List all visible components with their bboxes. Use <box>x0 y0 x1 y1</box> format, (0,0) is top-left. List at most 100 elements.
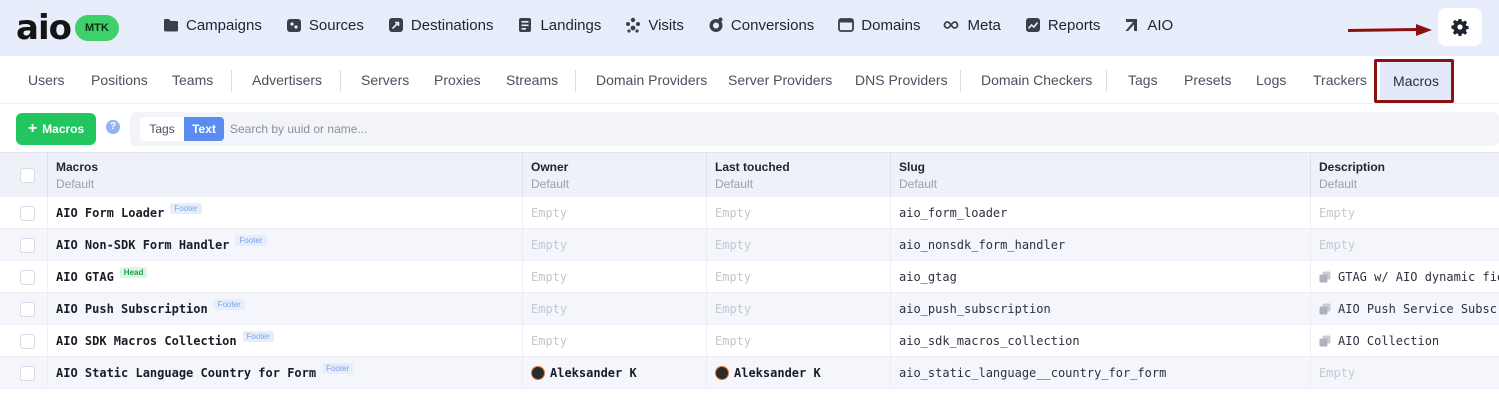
table-row[interactable]: AIO Push Subscription Footer Empty Empty… <box>0 293 1499 325</box>
owner-cell: Aleksander K <box>522 357 706 389</box>
nav-sources-label: Sources <box>308 16 364 34</box>
page-icon <box>519 18 532 32</box>
row-checkbox[interactable] <box>20 206 35 221</box>
nav-conversions-label: Conversions <box>730 16 815 34</box>
row-checkbox[interactable] <box>20 238 35 253</box>
macro-name-cell: AIO SDK Macros Collection Footer <box>47 325 523 357</box>
nav-landings[interactable]: Landings <box>516 16 601 34</box>
table-row[interactable]: AIO Form Loader Footer Empty Empty aio_f… <box>0 197 1499 229</box>
description-cell: AIO Collection <box>1310 325 1499 357</box>
column-header-description[interactable]: Description Default <box>1310 153 1499 198</box>
select-all-checkbox[interactable] <box>20 168 35 183</box>
row-checkbox[interactable] <box>20 334 35 349</box>
subnav-proxies[interactable]: Proxies <box>434 72 481 88</box>
subnav-teams[interactable]: Teams <box>172 72 213 88</box>
copy-icon[interactable] <box>1319 271 1331 283</box>
column-title: Slug <box>899 160 925 174</box>
app-logo[interactable]: aio MTK <box>16 11 119 45</box>
plus-icon: + <box>27 120 38 137</box>
subnav-trackers[interactable]: Trackers <box>1313 72 1367 88</box>
chart-icon <box>1025 18 1040 32</box>
subnav-server-providers[interactable]: Server Providers <box>728 72 832 88</box>
table-row[interactable]: AIO GTAG Head Empty Empty aio_gtag GTAG … <box>0 261 1499 293</box>
subnav-positions[interactable]: Positions <box>91 72 148 88</box>
window-icon <box>838 18 855 32</box>
slug-cell: aio_push_subscription <box>890 293 1310 325</box>
description-text: GTAG w/ AIO dynamic fie <box>1338 270 1499 284</box>
nav-aio[interactable]: AIO <box>1123 16 1173 34</box>
owner-name: Aleksander K <box>550 366 637 380</box>
nav-destinations-label: Destinations <box>410 16 494 34</box>
macro-name: AIO Static Language Country for Form <box>56 366 317 380</box>
owner-cell: Empty <box>522 293 706 325</box>
subnav-streams[interactable]: Streams <box>506 72 558 88</box>
macro-name: AIO Form Loader <box>56 206 165 220</box>
search-input[interactable] <box>230 120 830 138</box>
coins-icon <box>709 17 723 32</box>
column-header-owner[interactable]: Owner Default <box>522 153 706 198</box>
row-checkbox[interactable] <box>20 302 35 317</box>
column-header-slug[interactable]: Slug Default <box>890 153 1310 198</box>
subnav-divider <box>1106 70 1107 92</box>
subnav-logs[interactable]: Logs <box>1256 72 1286 88</box>
last-touched-name: Aleksander K <box>734 366 821 380</box>
slug-cell: aio_sdk_macros_collection <box>890 325 1310 357</box>
nav-campaigns-label: Campaigns <box>186 16 262 34</box>
slug-cell: aio_gtag <box>890 261 1310 293</box>
share-icon <box>388 18 403 32</box>
subnav-dns-providers[interactable]: DNS Providers <box>855 72 948 88</box>
add-macro-button[interactable]: + Macros <box>16 113 96 145</box>
settings-button[interactable] <box>1438 8 1482 46</box>
column-header-macros[interactable]: Macros Default <box>47 153 523 198</box>
subnav-servers[interactable]: Servers <box>361 72 409 88</box>
nav-campaigns[interactable]: Campaigns <box>162 16 262 34</box>
description-cell: GTAG w/ AIO dynamic fie <box>1310 261 1499 293</box>
column-title: Description <box>1319 160 1386 174</box>
position-badge: Footer <box>242 330 274 342</box>
subnav-presets[interactable]: Presets <box>1184 72 1231 88</box>
subnav-advertisers[interactable]: Advertisers <box>252 72 322 88</box>
subnav-tags[interactable]: Tags <box>1128 72 1158 88</box>
search-mode-text[interactable]: Text <box>184 117 224 141</box>
table-row[interactable]: AIO Static Language Country for Form Foo… <box>0 357 1499 389</box>
nav-domains[interactable]: Domains <box>837 16 920 34</box>
table-row[interactable]: AIO SDK Macros Collection Footer Empty E… <box>0 325 1499 357</box>
search-mode-toggle: Tags Text <box>140 117 224 141</box>
macro-name-cell: AIO Push Subscription Footer <box>47 293 523 325</box>
copy-icon[interactable] <box>1319 335 1331 347</box>
column-title: Last touched <box>715 160 790 174</box>
last-touched-cell: Empty <box>706 197 890 229</box>
last-touched-cell: Empty <box>706 261 890 293</box>
row-checkbox[interactable] <box>20 270 35 285</box>
nav-visits[interactable]: Visits <box>624 16 684 34</box>
copy-icon[interactable] <box>1319 303 1331 315</box>
table-row[interactable]: AIO Non-SDK Form Handler Footer Empty Em… <box>0 229 1499 261</box>
row-checkbox[interactable] <box>20 366 35 381</box>
last-touched-cell: Empty <box>706 229 890 261</box>
column-header-last-touched[interactable]: Last touched Default <box>706 153 890 198</box>
nav-domains-label: Domains <box>861 16 921 34</box>
gear-icon <box>1451 19 1469 36</box>
nav-landings-label: Landings <box>540 16 602 34</box>
nav-conversions[interactable]: Conversions <box>707 16 814 34</box>
subnav-macros-active[interactable]: Macros <box>1380 60 1452 101</box>
subnav-domain-checkers[interactable]: Domain Checkers <box>981 72 1092 88</box>
position-badge: Footer <box>213 298 245 310</box>
subnav-domain-providers[interactable]: Domain Providers <box>596 72 707 88</box>
search-mode-tags[interactable]: Tags <box>140 117 184 141</box>
top-navigation-bar: aio MTK Campaigns Sources Destinations L… <box>0 0 1499 56</box>
subnav-users[interactable]: Users <box>28 72 65 88</box>
nav-aio-label: AIO <box>1147 16 1174 34</box>
column-title: Macros <box>56 160 99 174</box>
macro-name-cell: AIO Non-SDK Form Handler Footer <box>47 229 523 261</box>
slug-cell: aio_nonsdk_form_handler <box>890 229 1310 261</box>
nav-sources[interactable]: Sources <box>285 16 364 34</box>
nav-meta[interactable]: Meta <box>943 16 1001 34</box>
puzzle-icon <box>286 19 301 32</box>
position-badge: Head <box>119 266 148 278</box>
help-icon[interactable]: ? <box>106 120 120 134</box>
nav-destinations[interactable]: Destinations <box>387 16 494 34</box>
description-cell: AIO Push Service Subscr <box>1310 293 1499 325</box>
nav-reports[interactable]: Reports <box>1024 16 1100 34</box>
macro-name: AIO Non-SDK Form Handler <box>56 238 230 252</box>
